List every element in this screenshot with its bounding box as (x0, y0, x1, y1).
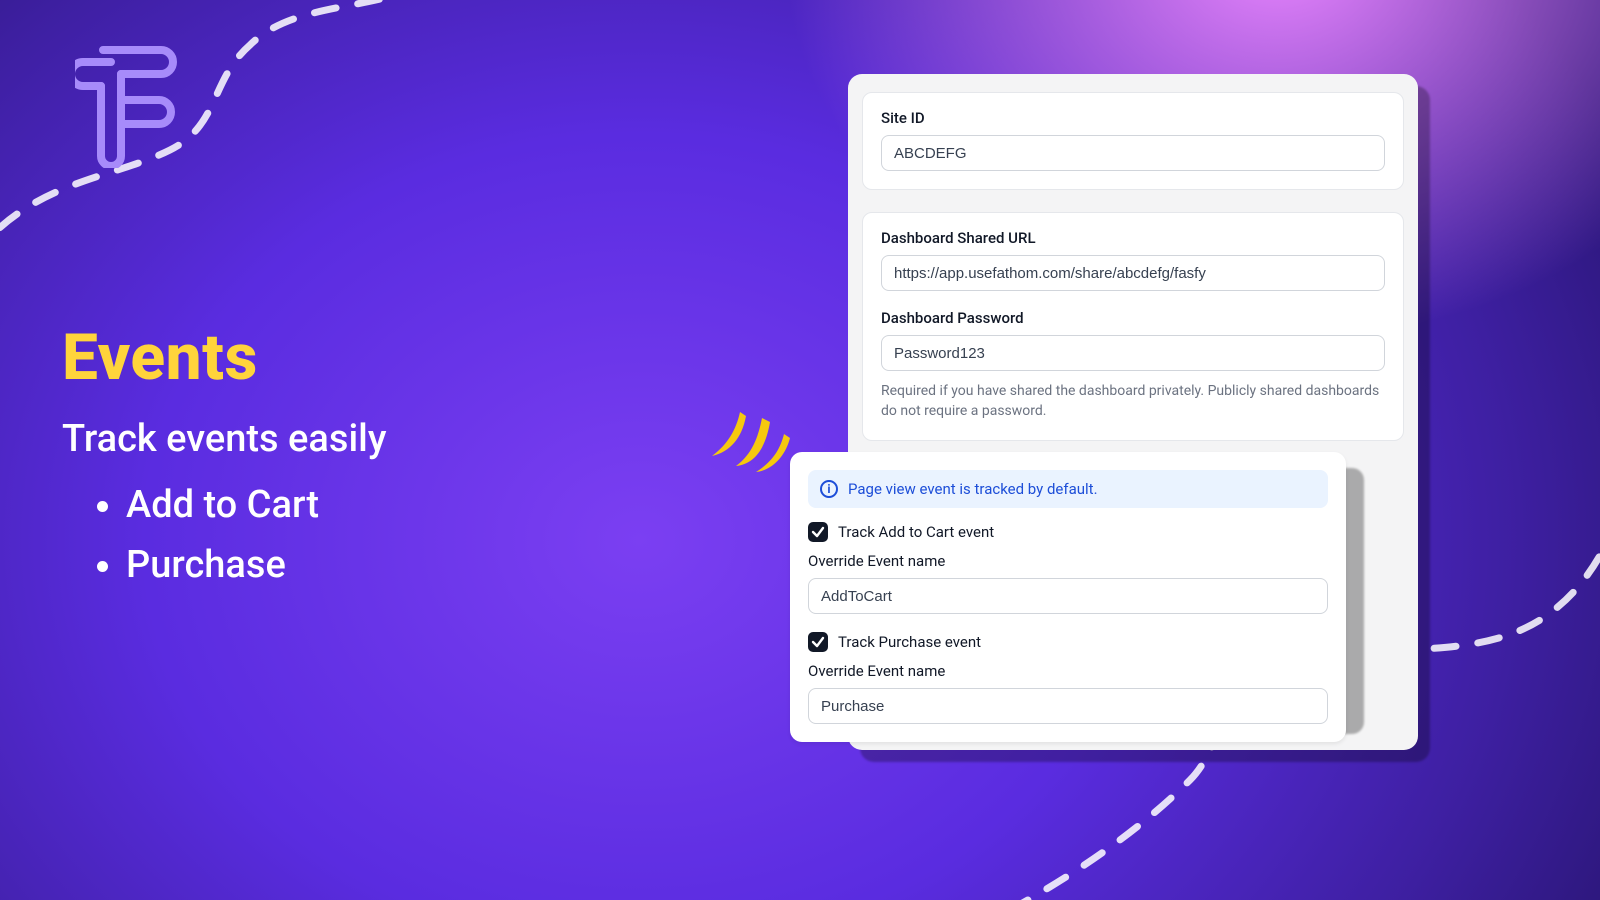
promo-stage: Events Track events easily Add to Cart P… (0, 0, 1600, 900)
track-purchase-row: Track Purchase event (808, 632, 1328, 652)
track-add-to-cart-row: Track Add to Cart event (808, 522, 1328, 542)
site-id-label: Site ID (881, 109, 1385, 127)
dashboard-password-label: Dashboard Password (881, 309, 1385, 327)
override-add-to-cart-label: Override Event name (808, 552, 1328, 570)
site-id-input[interactable] (881, 135, 1385, 171)
dashboard-password-input[interactable] (881, 335, 1385, 371)
list-item: Add to Cart (126, 475, 386, 535)
checkbox-add-to-cart[interactable] (808, 522, 828, 542)
decor-sparkle-icon (706, 404, 796, 484)
decor-dashed-top (0, 0, 420, 300)
site-id-card: Site ID (862, 92, 1404, 190)
override-purchase-label: Override Event name (808, 662, 1328, 680)
list-item: Purchase (126, 535, 386, 595)
info-banner-text: Page view event is tracked by default. (848, 480, 1098, 498)
track-add-to-cart-label: Track Add to Cart event (838, 523, 994, 541)
dashboard-url-label: Dashboard Shared URL (881, 229, 1385, 247)
override-add-to-cart-input[interactable] (808, 578, 1328, 614)
dashboard-url-input[interactable] (881, 255, 1385, 291)
headline: Events (62, 320, 386, 395)
dashboard-card: Dashboard Shared URL Dashboard Password … (862, 212, 1404, 441)
info-icon: i (820, 480, 838, 498)
info-banner: i Page view event is tracked by default. (808, 470, 1328, 508)
track-purchase-label: Track Purchase event (838, 633, 981, 651)
feature-list: Add to Cart Purchase (62, 475, 386, 595)
checkbox-purchase[interactable] (808, 632, 828, 652)
marketing-copy: Events Track events easily Add to Cart P… (62, 320, 386, 595)
override-purchase-input[interactable] (808, 688, 1328, 724)
dashboard-password-help: Required if you have shared the dashboar… (881, 381, 1385, 422)
events-card: i Page view event is tracked by default.… (790, 452, 1346, 742)
subheadline: Track events easily (62, 417, 386, 461)
brand-logo (75, 28, 185, 168)
